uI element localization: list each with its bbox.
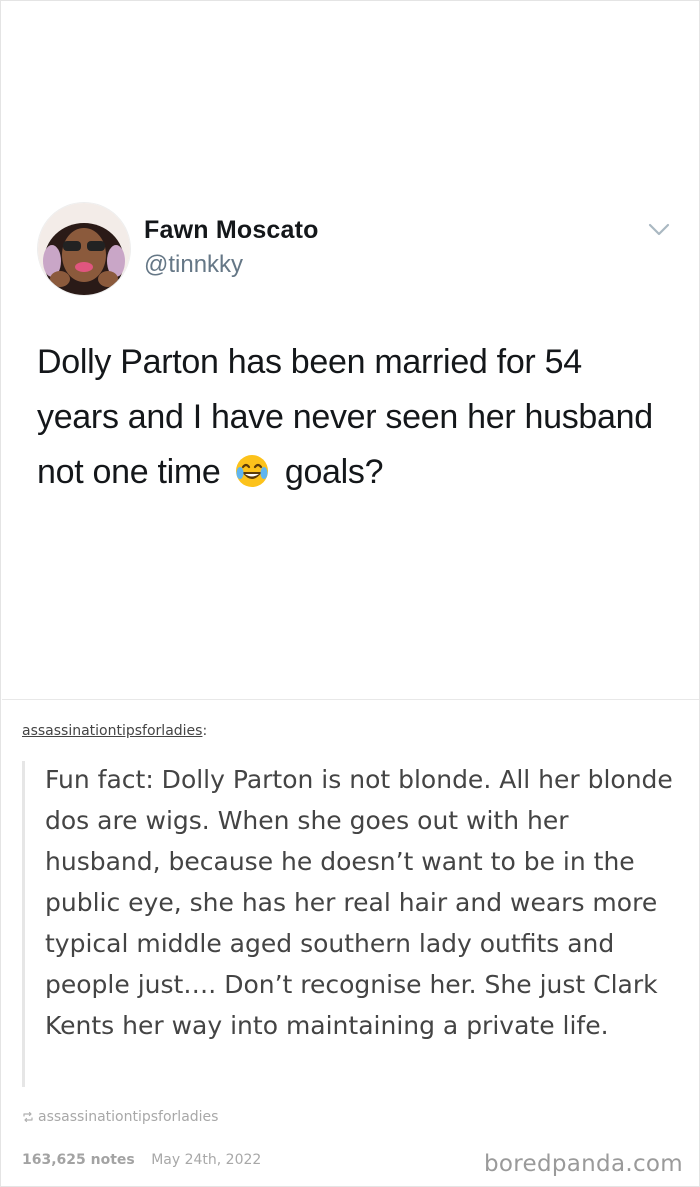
face-with-tears-of-joy-icon xyxy=(234,451,270,506)
watermark: boredpanda.com xyxy=(484,1151,683,1177)
reblog-quote: Fun fact: Dolly Parton is not blonde. Al… xyxy=(45,765,673,1040)
tweet-screenshot: Fawn Moscato @tinnkky Dolly Parton has b… xyxy=(2,2,699,700)
handle[interactable]: @tinnkky xyxy=(144,251,243,279)
quote-bar xyxy=(22,761,25,1087)
post-footer: 163,625 notes May 24th, 2022 xyxy=(22,1152,261,1168)
avatar-image xyxy=(38,203,130,295)
tweet-text-end: goals? xyxy=(284,453,384,491)
reblog-header: assassinationtipsforladies: xyxy=(22,723,207,739)
reblog-icon xyxy=(23,1111,33,1123)
chevron-down-icon[interactable] xyxy=(648,222,670,238)
post-date[interactable]: May 24th, 2022 xyxy=(151,1152,261,1168)
notes-count[interactable]: 163,625 notes xyxy=(22,1152,135,1168)
post-frame: Fawn Moscato @tinnkky Dolly Parton has b… xyxy=(0,0,700,1187)
display-name[interactable]: Fawn Moscato xyxy=(144,216,319,245)
avatar[interactable] xyxy=(37,202,131,296)
reblog-separator: : xyxy=(202,723,208,739)
reblog-username-link[interactable]: assassinationtipsforladies xyxy=(22,723,202,739)
source-username[interactable]: assassinationtipsforladies xyxy=(38,1109,218,1125)
source-row[interactable]: assassinationtipsforladies xyxy=(22,1109,218,1125)
tweet-text: Dolly Parton has been married for 54 yea… xyxy=(37,335,657,506)
